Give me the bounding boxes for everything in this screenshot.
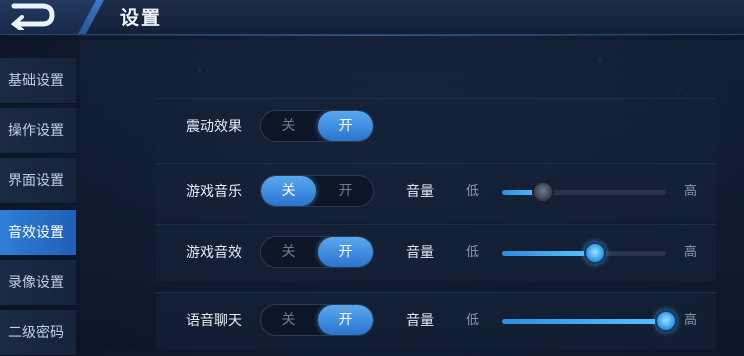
volume-low-label: 低 [466,245,480,260]
toggle-off[interactable]: 关 [261,111,316,141]
vibration-toggle[interactable]: 关 开 [260,110,374,142]
sidebar-item-interface[interactable]: 界面设置 [0,158,76,204]
toggle-off[interactable]: 关 [261,237,316,267]
sidebar-item-replay[interactable]: 录像设置 [0,260,76,306]
toggle-on[interactable]: 开 [318,305,373,335]
toggle-off[interactable]: 关 [261,176,316,206]
toggle-on[interactable]: 开 [318,176,373,206]
header-bar: 设置 [0,0,744,36]
slider-fill [502,251,596,256]
volume-high-label: 高 [684,245,698,260]
toggle-on[interactable]: 开 [318,237,373,267]
voice-volume-slider[interactable] [502,310,677,332]
sidebar-item-secondary-password[interactable]: 二级密码 [0,310,76,356]
row-game-music: 游戏音乐 关 开 音量 低 高 [156,163,716,220]
volume-label: 音量 [406,184,434,200]
volume-low-label: 低 [466,184,480,199]
row-vibration: 震动效果 关 开 [156,98,716,155]
music-volume-slider[interactable] [502,181,666,203]
slider-fill [502,319,666,324]
volume-low-label: 低 [466,313,480,328]
volume-high-label: 高 [684,313,698,328]
toggle-on[interactable]: 开 [318,111,373,141]
row-voice-chat: 语音聊天 关 开 音量 低 高 [156,292,716,349]
page-title: 设置 [120,7,163,29]
slider-thumb[interactable] [584,242,607,264]
sidebar-item-controls[interactable]: 操作设置 [0,108,76,154]
sidebar-item-basic[interactable]: 基础设置 [0,58,76,104]
back-arrow-icon [10,3,55,30]
row-game-sfx: 游戏音效 关 开 音量 低 高 [156,224,716,281]
slider-thumb[interactable] [532,181,554,203]
sidebar: 基础设置 操作设置 界面设置 音效设置 录像设置 二级密码 [0,40,76,356]
row-label: 震动效果 [186,119,242,135]
sidebar-item-sound[interactable]: 音效设置 [0,210,76,256]
toggle-off[interactable]: 关 [261,305,316,335]
row-label: 游戏音效 [186,245,242,261]
row-label: 语音聊天 [186,313,242,329]
volume-high-label: 高 [684,184,698,199]
sfx-volume-slider[interactable] [502,242,666,264]
sfx-toggle[interactable]: 关 开 [260,236,374,268]
slider-thumb[interactable] [655,310,677,332]
voice-chat-toggle[interactable]: 关 开 [260,304,374,336]
music-toggle[interactable]: 关 开 [260,175,374,207]
volume-label: 音量 [406,245,434,261]
row-label: 游戏音乐 [186,184,242,200]
volume-label: 音量 [406,313,434,329]
